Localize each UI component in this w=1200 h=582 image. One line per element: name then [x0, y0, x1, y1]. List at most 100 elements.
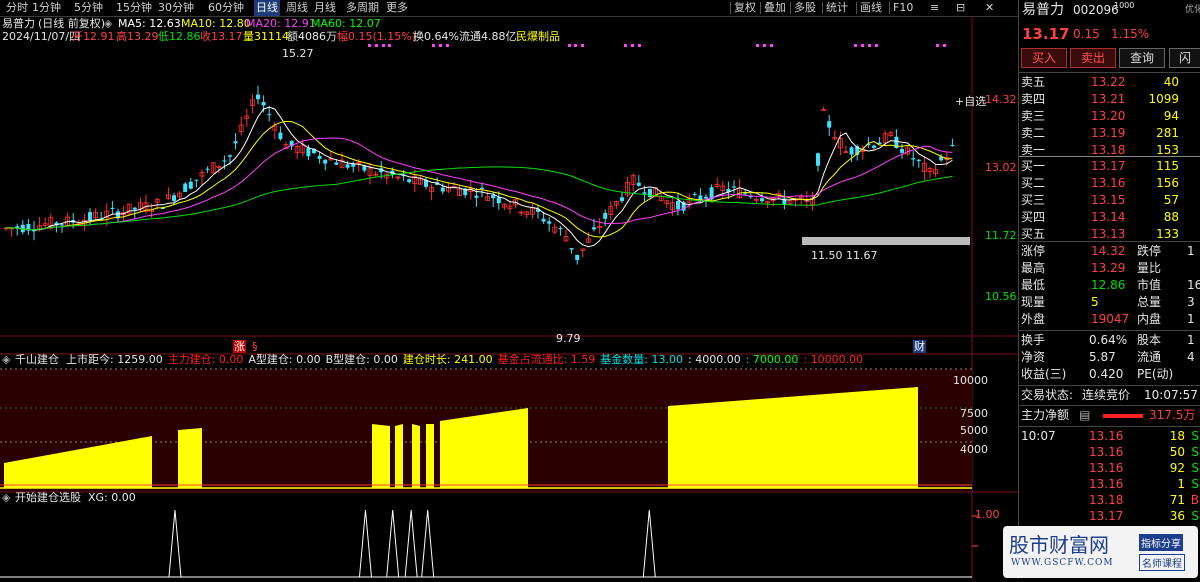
kline-chart-svg[interactable]	[0, 16, 1018, 579]
quote-code-sup: 1000	[1114, 1, 1135, 10]
chart-area[interactable]: 易普力 (日线 前复权) ◈ MA5: 12.63 MA10: 12.80 MA…	[0, 16, 1018, 579]
net-flow-icon[interactable]: ▤	[1079, 407, 1090, 424]
candle-body-120	[676, 201, 680, 210]
high-label: 高13.29	[116, 30, 159, 43]
period-tab-8[interactable]: 月线	[314, 0, 336, 16]
period-tab-1[interactable]: 1分钟	[32, 0, 61, 16]
range-label: 幅0.15(1.15%)	[337, 30, 417, 43]
candle-body-56	[317, 155, 322, 159]
period-tab-5[interactable]: 60分钟	[208, 0, 244, 16]
net-flow-label: 主力净额	[1021, 408, 1070, 422]
stat-value-b: 3	[1187, 295, 1195, 309]
ind1-region-4	[412, 424, 420, 488]
tick-price: 13.16	[1089, 429, 1124, 443]
candle-body-39	[222, 160, 227, 162]
signal-dot-3-2	[638, 44, 641, 47]
candle-body-113	[636, 182, 641, 186]
candle-body-32	[183, 183, 188, 192]
indicator1-gear-icon[interactable]: ◈	[2, 353, 10, 366]
period-tab-7[interactable]: 周线	[286, 0, 308, 16]
stat-value-b: 16	[1187, 278, 1200, 292]
amount-label: 额4086万	[287, 30, 337, 43]
price-axis-1432: 14.32	[985, 93, 1017, 106]
high-price-mark: 15.27	[282, 47, 314, 60]
ind2-axis-100: 1.00	[975, 508, 1000, 521]
stat-label-b: 内盘	[1137, 312, 1162, 326]
event-tag-zhang[interactable]: 涨	[233, 340, 246, 353]
menu-icon[interactable]: ≡	[930, 0, 939, 16]
stat2-value-b: 1	[1187, 333, 1195, 347]
ask-label: 卖三	[1021, 109, 1046, 123]
watermark-title: 股市财富网	[1009, 533, 1109, 557]
toolbar-btn-2[interactable]: 多股	[794, 0, 816, 16]
volume-label: 量31114	[243, 30, 289, 43]
candle-body-114	[642, 192, 647, 194]
flash-button[interactable]: 闪	[1169, 48, 1200, 68]
query-button[interactable]: 查询	[1119, 48, 1165, 68]
self-select-button[interactable]: +自选	[955, 95, 986, 108]
stock-name: 易普力	[2, 17, 35, 30]
buy-button[interactable]: 买入	[1021, 48, 1067, 68]
tick-side: S	[1191, 461, 1199, 475]
candle-body-23	[132, 207, 137, 210]
period-tab-10[interactable]: 更多	[386, 0, 408, 16]
period-toolbar: 分时 1分钟 5分钟 15分钟 30分钟 60分钟 日线 周线 月线 多周期 更多 复权 叠加 多股 统计画…	[0, 0, 1018, 17]
low-label: 低12.86	[158, 30, 201, 43]
period-tab-0[interactable]: 分时	[6, 0, 28, 16]
period-tab-4[interactable]: 30分钟	[158, 0, 194, 16]
period-label: (日线 前复权)	[38, 17, 106, 30]
tick-side: S	[1191, 509, 1199, 523]
period-tab-2[interactable]: 5分钟	[74, 0, 103, 16]
quote-pct: 1.15%	[1111, 27, 1150, 41]
candle-body-147	[827, 121, 832, 128]
ind1-axis-10000: 10000	[953, 374, 988, 387]
signal-spike-0	[168, 509, 182, 578]
ind1-axis-5000: 5000	[960, 424, 988, 437]
signal-dot-3-1	[631, 44, 634, 47]
candle-body-99	[558, 227, 563, 230]
ma-gear-icon[interactable]: ◈	[104, 17, 112, 30]
ind1-axis-4000: 4000	[960, 443, 988, 456]
tick-time: 10:07	[1021, 429, 1056, 443]
toolbar-btn-1[interactable]: 叠加	[764, 0, 786, 16]
watermark-url: WWW.GSCFW.COM	[1011, 558, 1114, 568]
close-icon[interactable]: ✕	[985, 0, 994, 16]
restore-icon[interactable]: ⊟	[956, 0, 965, 16]
ma5-label: MA5: 12.63	[118, 17, 181, 30]
candle-body-123	[692, 193, 697, 195]
quote-panel: 易普力 002096 1000 优化 13.17 0.15 1.15% 买入 卖…	[1018, 0, 1200, 579]
toolbar-btn-3[interactable]: 统计	[826, 0, 848, 16]
tick-volume: 18	[1169, 429, 1185, 443]
signal-dot-1-1	[439, 44, 442, 47]
candle-body-169	[950, 144, 955, 146]
indicator1-field-7: : 4000.00	[688, 353, 741, 366]
signal-dot-6-0	[936, 44, 939, 47]
sell-button[interactable]: 卖出	[1070, 48, 1116, 68]
period-tab-6[interactable]: 日线	[254, 0, 280, 16]
toolbar-btn-4[interactable]: 画线	[860, 0, 882, 16]
candle-body-88	[496, 197, 501, 204]
period-tab-9[interactable]: 多周期	[346, 0, 379, 16]
stat-value: 13.29	[1091, 261, 1126, 275]
indicator2-gear-icon[interactable]: ◈	[2, 491, 10, 504]
indicator2-title: 开始建仓选股	[15, 491, 81, 504]
signal-dot-5-2	[868, 44, 871, 47]
toolbar-btn-0[interactable]: 复权	[734, 0, 756, 16]
bid-label: 买二	[1021, 176, 1046, 190]
event-tag-mark[interactable]: §	[252, 340, 258, 353]
tick-volume: 36	[1169, 509, 1185, 523]
candle-body-46	[261, 102, 266, 106]
price-axis-1056: 10.56	[985, 290, 1017, 303]
signal-dot-2-1	[574, 44, 577, 47]
event-tag-cai[interactable]: 财	[913, 340, 926, 353]
tick-price: 13.16	[1089, 461, 1124, 475]
indicator1-field-0: 上市距今: 1259.00	[66, 353, 163, 366]
price-axis-1302: 13.02	[985, 161, 1017, 174]
optimize-tag[interactable]: 优化	[1185, 0, 1200, 20]
quote-price: 13.17	[1022, 25, 1070, 43]
indicator1-field-3: B型建仓: 0.00	[325, 353, 398, 366]
tick-price: 13.16	[1089, 477, 1124, 491]
period-tab-3[interactable]: 15分钟	[116, 0, 152, 16]
signal-dot-0-0	[368, 44, 371, 47]
toolbar-btn-5[interactable]: F10	[893, 0, 913, 16]
